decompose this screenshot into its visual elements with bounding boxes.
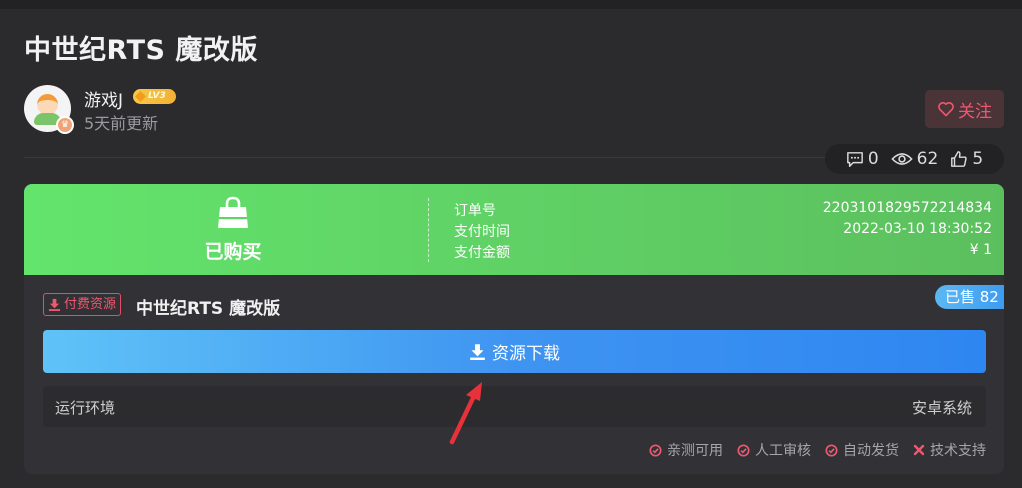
feature-label: 亲测可用	[667, 443, 723, 459]
comment-icon	[846, 151, 863, 167]
comment-stat[interactable]: 0	[846, 149, 879, 169]
stats-bar: 0 62 5	[825, 144, 1004, 174]
sold-badge: 已售 82	[935, 285, 1004, 309]
feature-item: 亲测可用	[649, 440, 723, 460]
shopping-bag-icon	[218, 196, 248, 228]
avatar-face	[37, 94, 58, 115]
pay-amount-label: 支付金额	[454, 245, 510, 261]
heart-icon	[938, 102, 954, 117]
download-label: 资源下载	[492, 344, 560, 364]
view-count: 62	[916, 149, 939, 169]
runtime-env-row: 运行环境 安卓系统	[43, 386, 986, 427]
feature-label: 人工审核	[755, 443, 811, 459]
thumbs-up-icon	[951, 151, 968, 167]
check-circle-icon	[649, 443, 662, 457]
crown-icon: ♛	[56, 116, 74, 134]
level-badge: LV3	[133, 89, 176, 104]
order-banner: 已购买 订单号 2203101829572214834 支付时间 2022-03…	[24, 184, 1004, 275]
author-name[interactable]: 游戏J	[84, 86, 123, 111]
check-circle-icon	[825, 443, 838, 457]
level-diamond-icon	[135, 91, 146, 102]
feature-list: 亲测可用 人工审核 自动发货 技术支持	[649, 440, 986, 460]
top-bar	[0, 0, 1022, 9]
feature-item: 人工审核	[737, 440, 811, 460]
order-number-value: 2203101829572214834	[822, 200, 992, 216]
download-icon	[470, 344, 485, 360]
download-button[interactable]: 资源下载	[43, 330, 986, 373]
follow-button[interactable]: 关注	[925, 90, 1004, 128]
paid-resource-tag: 付费资源	[43, 293, 122, 316]
check-circle-icon	[737, 443, 750, 457]
page-title: 中世纪RTS 魔改版	[24, 35, 258, 66]
purchase-card: 已购买 订单号 2203101829572214834 支付时间 2022-03…	[24, 184, 1004, 474]
feature-item: 自动发货	[825, 440, 899, 460]
pay-time-label: 支付时间	[454, 224, 510, 240]
feature-label: 自动发货	[843, 443, 899, 459]
like-count: 5	[972, 149, 984, 169]
comment-count: 0	[867, 149, 879, 169]
download-icon	[48, 298, 61, 311]
feature-label: 技术支持	[930, 443, 986, 459]
like-stat[interactable]: 5	[950, 149, 983, 169]
annotation-arrow-icon	[449, 382, 482, 445]
pay-amount-value: ¥ 1	[969, 242, 992, 258]
env-value: 安卓系统	[911, 399, 972, 417]
feature-item: 技术支持	[913, 440, 986, 460]
x-icon	[913, 444, 925, 456]
purchased-status: 已购买	[204, 241, 262, 263]
follow-label: 关注	[958, 101, 992, 122]
eye-icon	[890, 153, 913, 165]
banner-divider	[428, 198, 429, 262]
updated-time: 5天前更新	[84, 114, 159, 133]
order-number-label: 订单号	[454, 203, 496, 219]
paid-tag-label: 付费资源	[64, 297, 117, 312]
pay-time-value: 2022-03-10 18:30:52	[843, 221, 992, 237]
avatar[interactable]: ♛	[24, 85, 74, 134]
resource-name: 中世纪RTS 魔改版	[136, 299, 281, 319]
level-label: LV3	[148, 91, 166, 101]
env-label: 运行环境	[55, 399, 116, 417]
view-stat: 62	[890, 149, 939, 169]
